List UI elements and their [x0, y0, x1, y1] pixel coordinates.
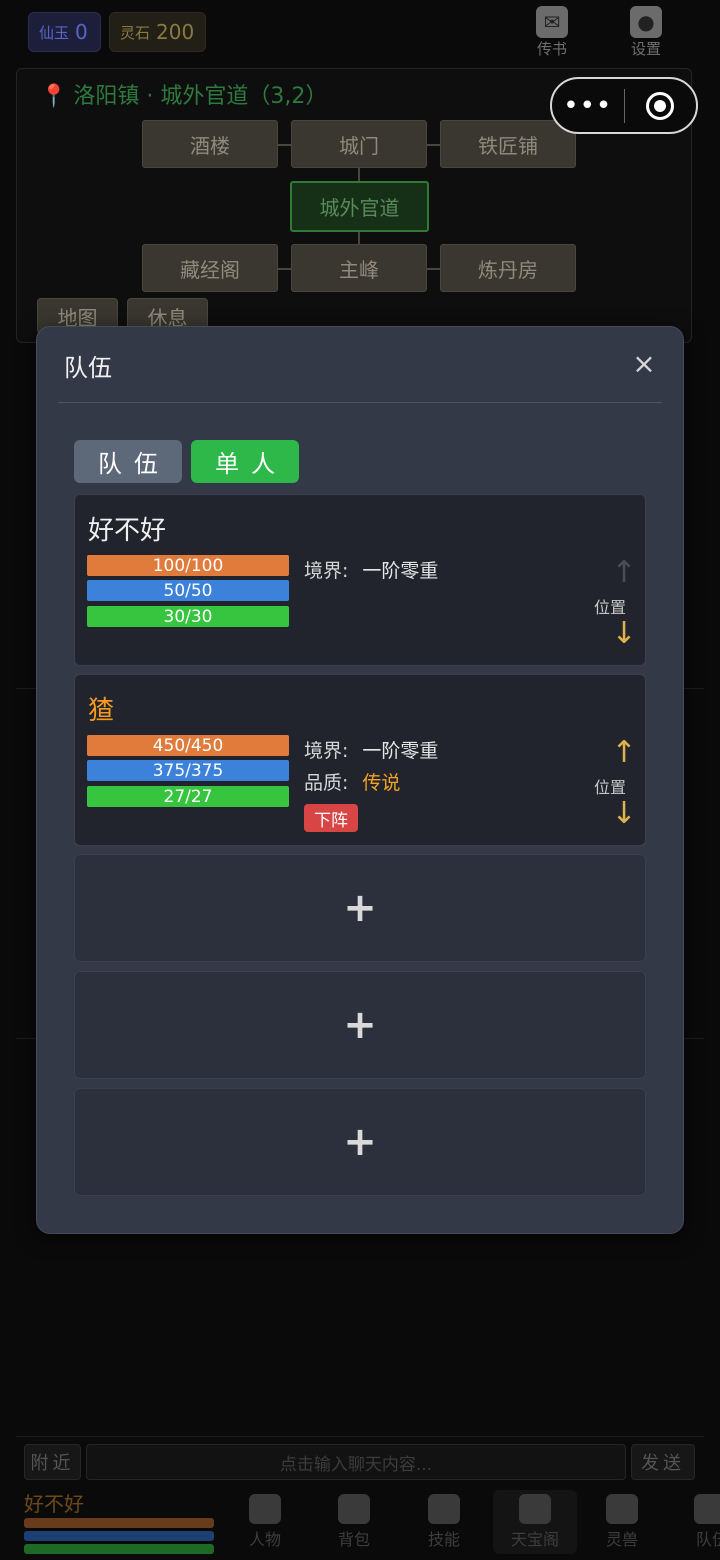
nav-bag[interactable]: 背包 [314, 1490, 394, 1554]
map-node-city-gate[interactable]: 城门 [291, 120, 427, 168]
map-connector [427, 144, 441, 146]
nav-label: 人物 [248, 1530, 281, 1549]
map-node-library[interactable]: 藏经阁 [142, 244, 278, 292]
mp-bar: 50/50 [87, 580, 289, 601]
modal-title: 队伍 [64, 354, 112, 382]
move-down-arrow-icon[interactable]: ↓ [611, 799, 637, 829]
nav-spirit-beast[interactable]: 灵兽 [582, 1490, 662, 1554]
realm-row: 境界: 一阶零重 [304, 556, 438, 583]
map-node-main-peak[interactable]: 主峰 [291, 244, 427, 292]
modal-divider [58, 402, 662, 403]
nav-label: 灵兽 [605, 1530, 638, 1549]
map-node-blacksmith[interactable]: 铁匠铺 [440, 120, 576, 168]
book-icon [428, 1494, 460, 1524]
move-up-arrow-icon[interactable]: ↑ [611, 738, 637, 768]
add-member-slot[interactable]: + [74, 1088, 646, 1196]
character-icon [249, 1494, 281, 1524]
add-member-slot[interactable]: + [74, 854, 646, 962]
player-sp-bar [24, 1544, 214, 1554]
settings-label: 设置 [630, 40, 661, 58]
map-connector [358, 231, 360, 245]
nav-treasure-pavilion[interactable]: 天宝阁 [493, 1490, 577, 1554]
move-up-arrow-icon[interactable]: ↑ [611, 558, 637, 588]
pin-icon: 📍 [40, 84, 68, 109]
player-name: 好不好 [24, 1492, 84, 1516]
member-name: 猹 [88, 696, 115, 726]
nav-label: 天宝阁 [510, 1530, 559, 1549]
beast-icon [606, 1494, 638, 1524]
mail-icon: ✉ [536, 6, 568, 38]
nav-label: 技能 [427, 1530, 460, 1549]
quality-row: 品质: 传说 [304, 768, 400, 795]
nav-label: 队伍 [696, 1530, 720, 1549]
map-connector [427, 268, 441, 270]
location-title: 📍 洛阳镇 · 城外官道（3,2） [40, 78, 327, 110]
realm-value: 一阶零重 [362, 560, 439, 582]
hp-bar: 100/100 [87, 555, 289, 576]
tab-solo[interactable]: 单人 [191, 440, 299, 483]
member-name: 好不好 [88, 516, 167, 546]
realm-label: 境界: [304, 560, 349, 582]
jade-label: 仙玉 [39, 23, 70, 42]
lightbulb-icon: ● [630, 6, 662, 38]
map-connector [278, 144, 292, 146]
shop-bag-icon [519, 1494, 551, 1524]
tab-team[interactable]: 队伍 [74, 440, 182, 483]
map-connector [278, 268, 292, 270]
position-label: 位置 [594, 778, 627, 797]
dismiss-button[interactable]: 下阵 [304, 804, 358, 832]
map-node-alchemy[interactable]: 炼丹房 [440, 244, 576, 292]
realm-value: 一阶零重 [362, 740, 439, 762]
player-mp-bar [24, 1531, 214, 1541]
map-connector [358, 168, 360, 182]
miniprogram-capsule: ••• [550, 77, 698, 134]
chat-send-button[interactable]: 发送 [631, 1444, 695, 1480]
jade-currency: 仙玉 0 [28, 12, 101, 52]
nav-character[interactable]: 人物 [225, 1490, 305, 1554]
location-text: 洛阳镇 · 城外官道（3,2） [73, 84, 328, 109]
mail-button[interactable]: ✉ 传书 [522, 4, 582, 60]
stone-value: 200 [156, 20, 195, 44]
more-button[interactable]: ••• [552, 91, 624, 121]
close-icon[interactable]: × [630, 348, 658, 380]
nav-skills[interactable]: 技能 [404, 1490, 484, 1554]
nav-team[interactable]: 队伍 [672, 1490, 720, 1554]
settings-button[interactable]: ● 设置 [616, 4, 676, 60]
target-icon [646, 91, 675, 120]
team-icon [694, 1494, 720, 1524]
position-label: 位置 [594, 598, 627, 617]
divider [16, 1436, 704, 1437]
map-node-tavern[interactable]: 酒楼 [142, 120, 278, 168]
realm-row: 境界: 一阶零重 [304, 736, 438, 763]
mp-bar: 375/375 [87, 760, 289, 781]
sp-bar: 27/27 [87, 786, 289, 807]
mail-label: 传书 [536, 40, 567, 58]
map-node-current[interactable]: 城外官道 [290, 181, 429, 232]
chat-input[interactable]: 点击输入聊天内容... [86, 1444, 626, 1480]
nav-label: 背包 [337, 1530, 370, 1549]
spirit-stone-currency: 灵石 200 [109, 12, 206, 52]
player-hp-bar [24, 1518, 214, 1528]
jade-value: 0 [75, 20, 88, 44]
add-member-slot[interactable]: + [74, 971, 646, 1079]
quality-value: 传说 [362, 772, 401, 794]
move-down-arrow-icon[interactable]: ↓ [611, 619, 637, 649]
realm-label: 境界: [304, 740, 349, 762]
close-miniprogram-button[interactable] [625, 91, 697, 120]
bag-icon [338, 1494, 370, 1524]
chat-channel-button[interactable]: 附近 [24, 1444, 81, 1480]
stone-label: 灵石 [120, 23, 151, 42]
quality-label: 品质: [304, 772, 349, 794]
hp-bar: 450/450 [87, 735, 289, 756]
sp-bar: 30/30 [87, 606, 289, 627]
